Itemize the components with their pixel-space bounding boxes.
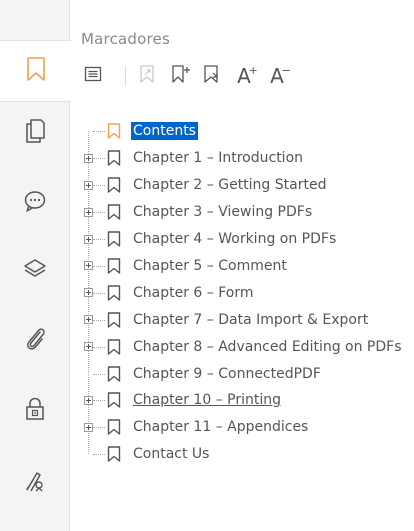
signatures-tab[interactable] <box>0 452 70 514</box>
bookmark-icon <box>25 56 47 86</box>
bookmark-label: Chapter 2 – Getting Started <box>133 177 327 194</box>
child-bookmark-icon <box>202 64 224 88</box>
bookmark-label: Chapter 7 – Data Import & Export <box>133 311 369 328</box>
tree-connector <box>93 400 105 402</box>
bookmark-label: Chapter 9 – ConnectedPDF <box>133 365 321 382</box>
minus-mark: − <box>281 64 291 77</box>
expand-toggle[interactable] <box>84 153 93 163</box>
expand-toggle[interactable] <box>84 315 93 325</box>
bookmark-item[interactable]: Contents <box>71 118 414 145</box>
bookmark-icon <box>107 258 121 274</box>
bookmark-label: Contact Us <box>133 446 210 463</box>
decrease-text-size-button[interactable]: A − <box>264 64 291 88</box>
bookmark-icon <box>107 312 121 328</box>
bookmark-item[interactable]: Chapter 4 – Working on PDFs <box>71 226 414 253</box>
bookmark-item[interactable]: Chapter 6 – Form <box>71 279 414 306</box>
plus-mark: + <box>248 64 258 77</box>
attachments-tab[interactable] <box>0 310 70 372</box>
tree-connector <box>93 319 105 321</box>
add-bookmark-icon <box>170 64 192 88</box>
pages-icon <box>24 118 46 148</box>
bookmarks-tab[interactable] <box>0 40 71 102</box>
tree-connector <box>93 265 105 267</box>
tree-connector <box>93 373 105 375</box>
increase-text-size-button[interactable]: A + <box>231 64 258 88</box>
bookmark-icon <box>107 365 121 382</box>
tree-connector <box>93 158 105 160</box>
bookmark-item[interactable]: Chapter 3 – Viewing PDFs <box>71 199 414 226</box>
bookmark-label: Chapter 6 – Form <box>133 284 254 301</box>
bookmark-label: Chapter 3 – Viewing PDFs <box>133 204 313 221</box>
add-child-bookmark-button[interactable] <box>201 64 225 88</box>
bookmark-item[interactable]: Chapter 2 – Getting Started <box>71 172 414 199</box>
bookmark-icon <box>107 231 121 247</box>
signature-icon <box>23 468 47 498</box>
bookmark-label: Chapter 4 – Working on PDFs <box>133 231 337 248</box>
expand-toggle[interactable] <box>84 261 93 271</box>
bookmark-icon <box>107 446 121 462</box>
bookmark-icon <box>107 150 121 167</box>
bookmark-label: Chapter 1 – Introduction <box>133 150 304 167</box>
tree-connector <box>93 346 105 348</box>
bookmark-icon <box>107 123 121 140</box>
bookmark-icon <box>107 338 121 355</box>
panel-title: Marcadores <box>81 30 170 48</box>
bookmark-item[interactable]: Chapter 9 – ConnectedPDF <box>71 360 414 387</box>
bookmark-label: Chapter 5 – Comment <box>133 257 287 274</box>
tree-connector <box>93 212 105 214</box>
bookmark-item[interactable]: Chapter 1 – Introduction <box>71 145 414 172</box>
expand-toggle[interactable] <box>84 288 93 298</box>
paperclip-icon <box>23 326 47 356</box>
tree-connector <box>93 427 105 429</box>
bookmark-item[interactable]: Chapter 8 – Advanced Editing on PDFs <box>71 333 414 360</box>
tree-connector <box>93 185 105 187</box>
bookmark-label: Chapter 10 – Printing <box>133 392 281 409</box>
list-menu-icon <box>84 66 102 86</box>
bookmark-icon <box>107 177 121 193</box>
expand-toggle[interactable] <box>84 180 93 190</box>
bookmark-item[interactable]: Contact Us <box>71 441 414 468</box>
tree-connector <box>93 239 105 241</box>
comments-tab[interactable] <box>0 172 70 234</box>
side-rail <box>0 0 71 531</box>
bookmark-item[interactable]: Chapter 11 – Appendices <box>71 414 414 441</box>
security-tab[interactable] <box>0 380 70 442</box>
options-menu-button[interactable] <box>81 64 105 88</box>
comment-icon <box>23 189 47 217</box>
bookmark-icon <box>107 204 121 220</box>
tree-connector <box>93 292 105 294</box>
expand-toggle[interactable] <box>84 422 93 432</box>
bookmark-item[interactable]: Chapter 5 – Comment <box>71 253 414 280</box>
bookmarks-toolbar: A + A − <box>81 64 411 88</box>
expand-toggle[interactable] <box>84 342 93 352</box>
bookmark-label: Chapter 11 – Appendices <box>133 419 309 436</box>
expand-toggle[interactable] <box>84 234 93 244</box>
bookmark-item[interactable]: Chapter 10 – Printing <box>71 387 414 414</box>
bookmark-icon <box>107 392 121 409</box>
bookmark-icon <box>107 285 121 301</box>
pages-tab[interactable] <box>0 102 70 164</box>
expand-toggle[interactable] <box>84 395 93 405</box>
tree-connector <box>93 131 105 133</box>
layers-icon <box>23 257 47 285</box>
add-bookmark-button[interactable] <box>169 64 193 88</box>
expand-bookmark-button[interactable] <box>136 64 158 88</box>
text-size-increase-icon: A + <box>237 64 258 86</box>
bookmark-arrow-icon <box>138 64 156 88</box>
bookmark-label: Contents <box>131 122 198 141</box>
text-size-decrease-icon: A − <box>270 64 291 86</box>
toolbar-divider <box>125 66 126 86</box>
lock-icon <box>24 396 46 426</box>
bookmark-item[interactable]: Chapter 7 – Data Import & Export <box>71 306 414 333</box>
layers-tab[interactable] <box>0 240 70 302</box>
bookmark-label: Chapter 8 – Advanced Editing on PDFs <box>133 338 402 355</box>
expand-toggle[interactable] <box>84 207 93 217</box>
bookmark-icon <box>107 419 121 436</box>
bookmarks-panel: Marcadores A + A − Contents Chapter 1 – … <box>71 0 414 531</box>
tree-connector <box>93 454 105 456</box>
